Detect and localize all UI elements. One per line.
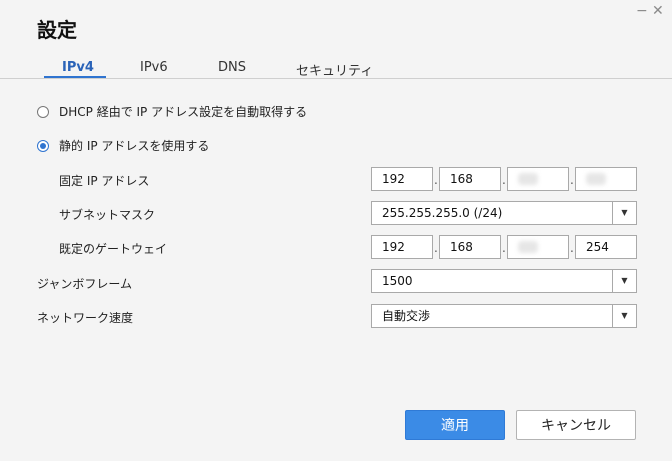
jumbo-frame-value: 1500 — [382, 274, 413, 288]
network-speed-label: ネットワーク速度 — [37, 311, 134, 325]
tabs-divider — [0, 78, 672, 79]
network-speed-select[interactable]: 自動交渉 ▼ — [371, 304, 637, 328]
static-ip-radio-label: 静的 IP アドレスを使用する — [59, 139, 210, 153]
fixed-ip-octet-2[interactable]: 168 — [439, 167, 501, 191]
subnet-mask-select[interactable]: 255.255.255.0 (/24) ▼ — [371, 201, 637, 225]
fixed-ip-octet-3[interactable] — [507, 167, 569, 191]
fixed-ip-octet-4[interactable] — [575, 167, 637, 191]
subnet-mask-label: サブネットマスク — [59, 208, 156, 222]
gateway-octet-1[interactable]: 192 — [371, 235, 433, 259]
fixed-ip-label: 固定 IP アドレス — [59, 174, 150, 188]
minimize-icon[interactable]: − — [636, 4, 648, 18]
chevron-down-icon[interactable]: ▼ — [612, 305, 636, 327]
dhcp-radio-option[interactable]: DHCP 経由で IP アドレス設定を自動取得する — [37, 103, 307, 120]
ip-separator: . — [502, 173, 506, 187]
tab-dns[interactable]: DNS — [218, 60, 246, 75]
redacted-value — [518, 173, 538, 185]
static-ip-radio-option[interactable]: 静的 IP アドレスを使用する — [37, 137, 209, 154]
jumbo-frame-label: ジャンボフレーム — [37, 277, 133, 291]
dhcp-radio[interactable] — [37, 105, 49, 118]
subnet-mask-value: 255.255.255.0 (/24) — [382, 206, 503, 220]
redacted-value — [518, 241, 538, 253]
gateway-octet-3[interactable] — [507, 235, 569, 259]
tab-security[interactable]: セキュリティ — [296, 60, 373, 79]
ip-separator: . — [502, 241, 506, 255]
chevron-down-icon[interactable]: ▼ — [612, 270, 636, 292]
chevron-down-icon[interactable]: ▼ — [612, 202, 636, 224]
ip-separator: . — [570, 173, 574, 187]
page-title: 設定 — [37, 18, 77, 42]
close-icon[interactable]: ✕ — [652, 4, 664, 18]
tab-ipv6[interactable]: IPv6 — [140, 60, 168, 75]
network-speed-value: 自動交渉 — [382, 309, 431, 323]
redacted-value — [586, 173, 606, 185]
ip-separator: . — [570, 241, 574, 255]
ip-separator: . — [434, 173, 438, 187]
gateway-octet-2[interactable]: 168 — [439, 235, 501, 259]
dhcp-radio-label: DHCP 経由で IP アドレス設定を自動取得する — [59, 105, 308, 119]
tab-ipv4[interactable]: IPv4 — [62, 60, 94, 75]
fixed-ip-octet-1[interactable]: 192 — [371, 167, 433, 191]
gateway-label: 既定のゲートウェイ — [59, 242, 168, 256]
cancel-button[interactable]: キャンセル — [516, 410, 636, 440]
apply-button[interactable]: 適用 — [405, 410, 505, 440]
jumbo-frame-select[interactable]: 1500 ▼ — [371, 269, 637, 293]
static-ip-radio[interactable] — [37, 139, 49, 152]
ip-separator: . — [434, 241, 438, 255]
gateway-octet-4[interactable]: 254 — [575, 235, 637, 259]
tab-bar: IPv4 IPv6 DNS セキュリティ — [0, 58, 672, 79]
